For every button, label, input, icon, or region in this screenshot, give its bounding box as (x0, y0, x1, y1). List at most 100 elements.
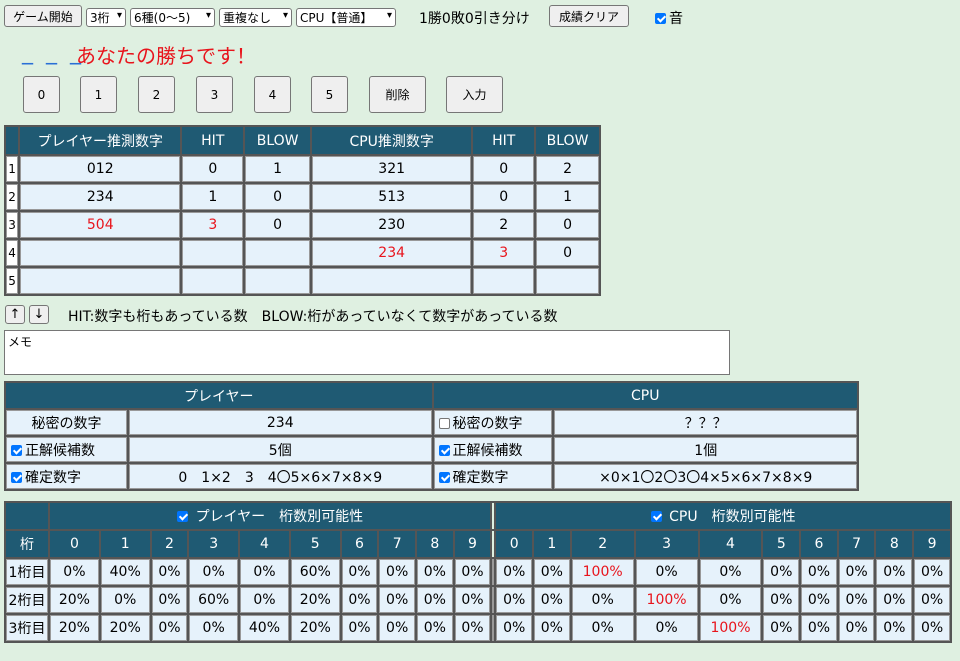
player-candidates-toggle[interactable]: 正解候補数 (6, 437, 127, 462)
player-prob-cell: 20% (50, 615, 99, 641)
prob-corner (6, 503, 48, 529)
player-hit (182, 268, 244, 294)
player-prob-cell: 0% (379, 559, 415, 585)
cpu-blow: 2 (536, 156, 599, 182)
player-confirmed-checkbox[interactable] (11, 471, 22, 483)
cpu-guess: 230 (312, 212, 472, 238)
player-prob-cell: 0% (100, 587, 150, 613)
player-hit-header: HIT (182, 127, 244, 154)
row-index: 1 (6, 156, 19, 182)
cpu-prob-title[interactable]: CPU 桁数別可能性 (496, 503, 950, 529)
cpu-guess: 234 (312, 240, 472, 266)
cpu-level-select-value: CPU【普通】 (300, 11, 373, 25)
result-message: あなたの勝ちです！ (76, 44, 256, 68)
enter-button[interactable]: 入力 (446, 76, 503, 113)
memo-textarea[interactable]: メモ (4, 330, 730, 375)
player-prob-cell: 0% (151, 587, 188, 613)
hit-blow-legend: HIT:数字も桁もあっている数 BLOW:桁があっていなくて数字があっている数 (68, 309, 558, 325)
player-candidates-value: 5個 (129, 437, 432, 462)
player-guess: 234 (20, 184, 181, 210)
cpu-prob-cell: 0% (496, 559, 533, 585)
digit-button-5[interactable]: 5 (311, 76, 348, 113)
cpu-candidates-toggle[interactable]: 正解候補数 (433, 437, 553, 462)
player-prob-title[interactable]: プレイヤー 桁数別可能性 (50, 503, 491, 529)
arrow-up-icon: ↑ (9, 307, 21, 322)
digit-button-3[interactable]: 3 (196, 76, 233, 113)
duplicate-select[interactable]: 重複なし ▾ (219, 8, 292, 27)
kinds-select[interactable]: 6種(0〜5) ▾ (130, 8, 215, 27)
digit-button-0[interactable]: 0 (23, 76, 60, 113)
player-candidates-checkbox[interactable] (11, 444, 22, 456)
player-confirmed-label: 確定数字 (25, 469, 81, 486)
cpu-prob-cell: 0% (763, 587, 800, 613)
cpu-prob-cell: 0% (838, 587, 875, 613)
player-digit-header-2: 2 (151, 531, 188, 557)
scroll-up-button[interactable]: ↑ (5, 305, 25, 324)
cpu-confirmed-toggle[interactable]: 確定数字 (433, 464, 553, 489)
player-prob-cell: 0% (240, 587, 289, 613)
player-prob-checkbox[interactable] (177, 511, 189, 522)
cpu-prob-checkbox[interactable] (650, 511, 662, 522)
player-digit-header-1: 1 (100, 531, 150, 557)
digit-button-4[interactable]: 4 (254, 76, 291, 113)
sound-checkbox[interactable] (655, 13, 666, 24)
chevron-down-icon: ▾ (116, 10, 122, 21)
cpu-prob-cell: 0% (763, 559, 800, 585)
table-row: 3桁目 20% 20% 0% 0% 40% 20% 0% 0% 0% 0% 0% 0% 0% 0% 100% 0… (6, 615, 950, 641)
player-prob-cell: 0% (454, 615, 491, 641)
player-hit: 0 (182, 156, 244, 182)
player-blow (245, 268, 311, 294)
record-text: 1勝0敗0引き分け (419, 11, 530, 27)
cpu-confirmed-checkbox[interactable] (438, 471, 450, 483)
player-prob-cell: 0% (417, 615, 453, 641)
player-confirmed-toggle[interactable]: 確定数字 (6, 464, 127, 489)
history-header-row: プレイヤー推測数字 HIT BLOW CPU推測数字 HIT BLOW (6, 127, 599, 154)
cpu-hit: 0 (473, 156, 535, 182)
player-prob-cell: 0% (454, 587, 491, 613)
player-prob-cell: 0% (341, 559, 378, 585)
cpu-secret-toggle[interactable]: 秘密の数字 (433, 410, 553, 435)
player-blow: 0 (245, 184, 311, 210)
player-prob-cell: 0% (151, 615, 188, 641)
player-confirmed-value: 0 1×2 3 4〇5×6×7×8×9 (129, 464, 432, 489)
prob-separator (492, 559, 495, 585)
sound-toggle[interactable]: 音 (655, 8, 683, 28)
table-row: 5 (6, 268, 599, 294)
cpu-secret-value: ？？？ (554, 410, 857, 435)
cpu-prob-cell: 0% (635, 559, 698, 585)
cpu-blow: 0 (536, 240, 599, 266)
cpu-secret-label: 秘密の数字 (452, 415, 523, 432)
player-blow: 1 (245, 156, 311, 182)
digit-button-1[interactable]: 1 (80, 76, 117, 113)
prob-row-header: 桁 (6, 531, 48, 557)
clear-record-button[interactable]: 成績クリア (549, 5, 629, 27)
digit-button-2[interactable]: 2 (138, 76, 175, 113)
cpu-confirmed-label: 確定数字 (452, 469, 509, 486)
prob-digit-header-row: 桁 01234567890123456789 (6, 531, 950, 557)
player-prob-cell: 40% (240, 615, 289, 641)
cpu-candidates-value: 1個 (554, 437, 857, 462)
cpu-guess: 513 (312, 184, 472, 210)
cpu-digit-header-3: 3 (635, 531, 698, 557)
game-start-button[interactable]: ゲーム開始 (4, 5, 82, 27)
player-digit-header-0: 0 (50, 531, 99, 557)
delete-button[interactable]: 削除 (369, 76, 426, 113)
duplicate-select-value: 重複なし (223, 11, 272, 25)
cpu-secret-checkbox[interactable] (438, 417, 450, 429)
scroll-down-button[interactable]: ↓ (29, 305, 49, 324)
cpu-level-select[interactable]: CPU【普通】 ▾ (296, 8, 396, 27)
player-info-header: プレイヤー (6, 383, 432, 408)
cpu-candidates-checkbox[interactable] (438, 444, 450, 456)
cpu-prob-cell: 0% (496, 615, 533, 641)
player-prob-cell: 0% (417, 559, 453, 585)
digits-select[interactable]: 3桁 ▾ (86, 8, 126, 27)
player-prob-cell: 0% (240, 559, 289, 585)
cpu-prob-cell: 0% (801, 615, 837, 641)
player-blow (245, 240, 311, 266)
cpu-prob-cell: 0% (914, 615, 950, 641)
cpu-prob-cell: 100% (571, 559, 634, 585)
player-prob-cell: 0% (379, 615, 415, 641)
player-prob-cell: 0% (341, 615, 378, 641)
player-prob-cell: 20% (290, 587, 340, 613)
cpu-prob-cell: 0% (699, 559, 762, 585)
